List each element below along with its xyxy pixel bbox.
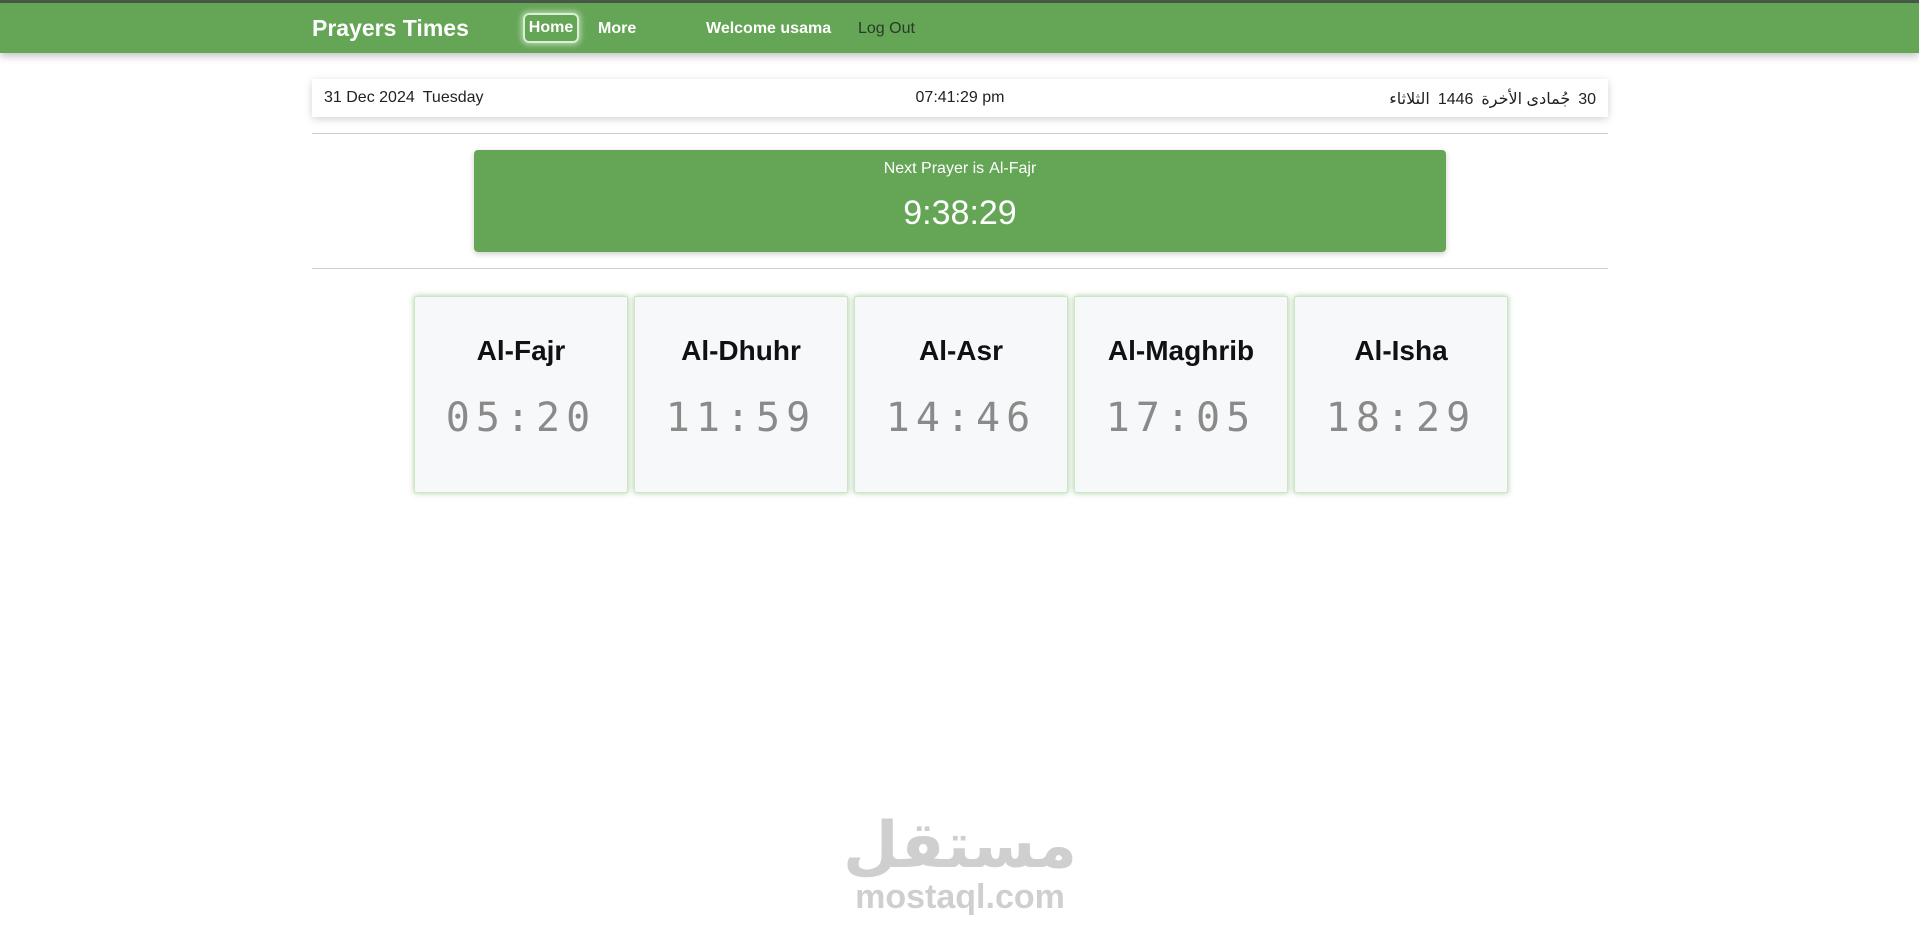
next-prayer-label: Next Prayer is Al-Fajr <box>474 160 1446 178</box>
watermark-latin: mostaql.com <box>855 878 1065 916</box>
next-prayer-name: Al-Fajr <box>989 160 1037 177</box>
prayer-time: 11:59 <box>665 395 817 441</box>
prayer-name: Al-Asr <box>918 335 1003 366</box>
prayer-time: 14:46 <box>885 395 1037 441</box>
prayer-card-asr: Al-Asr 14:46 <box>854 296 1068 493</box>
divider-top <box>312 133 1608 134</box>
prayer-time: 18:29 <box>1325 395 1477 441</box>
next-prayer-countdown: 9:38:29 <box>903 194 1017 232</box>
hijri-year: 1446 <box>1437 91 1474 108</box>
prayer-name: Al-Dhuhr <box>681 335 801 366</box>
brand-title[interactable]: Prayers Times <box>312 15 469 42</box>
hijri-day: 30 <box>1578 91 1596 108</box>
prayer-time: 17:05 <box>1105 395 1257 441</box>
prayer-name: Al-Fajr <box>476 335 566 366</box>
hijri-date: 30 جُمادى الأخرة 1446 الثلاثاء <box>1389 89 1596 109</box>
watermark-arabic: مستقل <box>842 809 1078 883</box>
next-prayer-prefix: Next Prayer is <box>883 160 985 177</box>
prayer-name: Al-Maghrib <box>1107 335 1255 366</box>
nav-home-link[interactable]: Home <box>523 13 579 43</box>
date-bar: 31 Dec 2024 Tuesday 07:41:29 pm 30جُمادى … <box>312 79 1608 117</box>
prayer-name: Al-Isha <box>1354 335 1448 366</box>
hijri-month: جُمادى الأخرة <box>1481 91 1571 108</box>
nav-more-link[interactable]: More <box>598 20 636 38</box>
welcome-text: Welcome usama <box>706 20 832 37</box>
navbar: Prayers Times Home More Welcome usama Lo… <box>0 3 1919 53</box>
prayer-card-isha: Al-Isha 18:29 <box>1294 296 1508 493</box>
prayer-card-dhuhr: Al-Dhuhr 11:59 <box>634 296 848 493</box>
prayer-card-maghrib: Al-Maghrib 17:05 <box>1074 296 1288 493</box>
divider-bottom <box>312 268 1608 269</box>
logout-link[interactable]: Log Out <box>858 20 915 38</box>
watermark-logo: مستقل mostaql.com <box>820 814 1100 914</box>
hijri-weekday: الثلاثاء <box>1389 91 1430 108</box>
prayer-time: 05:20 <box>445 395 597 441</box>
prayer-card-fajr: Al-Fajr 05:20 <box>414 296 628 493</box>
next-prayer-panel: Next Prayer is Al-Fajr 9:38:29 <box>474 150 1446 252</box>
